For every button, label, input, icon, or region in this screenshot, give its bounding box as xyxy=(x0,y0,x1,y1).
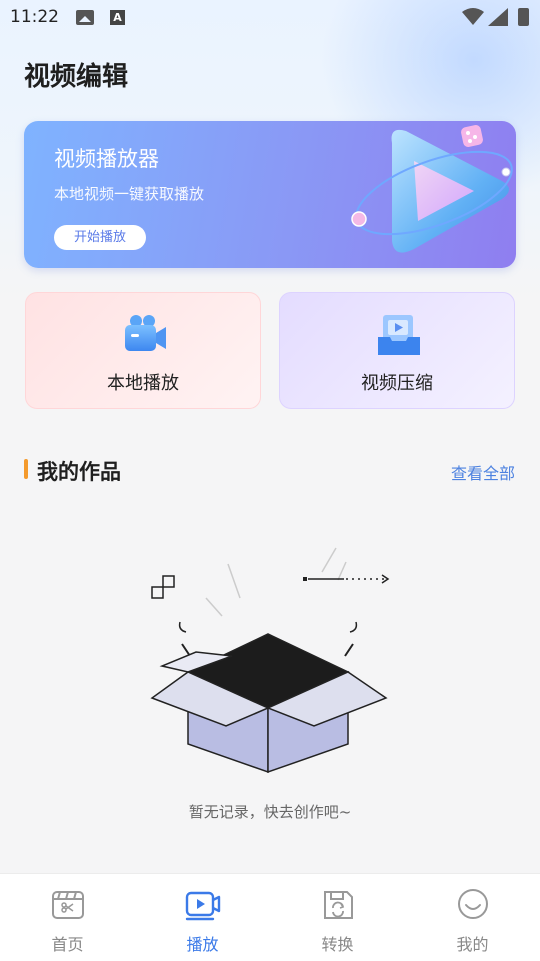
my-works-title: 我的作品 xyxy=(37,460,121,484)
image-notification-icon xyxy=(76,10,94,25)
clapperboard-icon xyxy=(52,891,84,919)
nav-item-mine[interactable]: 我的 xyxy=(405,874,540,961)
compress-icon xyxy=(378,315,420,355)
signal-icon xyxy=(488,8,508,26)
banner-subtitle: 本地视频一键获取播放 xyxy=(54,185,205,203)
wifi-icon xyxy=(462,8,484,25)
bottom-nav: 首页 播放 转换 我的 xyxy=(0,873,540,961)
video-compress-card[interactable]: 视频压缩 xyxy=(279,292,515,409)
nav-item-home[interactable]: 首页 xyxy=(0,874,135,961)
status-bar: 11:22 A xyxy=(0,0,540,36)
local-play-card[interactable]: 本地播放 xyxy=(25,292,261,409)
nav-label-convert: 转换 xyxy=(321,935,354,954)
video-camera-icon xyxy=(125,315,166,351)
local-play-label: 本地播放 xyxy=(107,373,179,394)
play-icon xyxy=(185,891,221,921)
banner-title: 视频播放器 xyxy=(54,147,159,171)
video-compress-label: 视频压缩 xyxy=(361,373,433,394)
start-play-button[interactable]: 开始播放 xyxy=(54,225,146,250)
nav-item-play[interactable]: 播放 xyxy=(135,874,270,961)
battery-icon xyxy=(518,8,529,26)
nav-label-mine: 我的 xyxy=(456,935,489,954)
play-3d-illustration xyxy=(351,125,513,253)
video-player-banner[interactable]: 视频播放器 本地视频一键获取播放 开始播放 xyxy=(24,121,516,268)
keyboard-notification-icon: A xyxy=(110,10,125,25)
section-marker xyxy=(24,459,28,479)
view-all-link[interactable]: 查看全部 xyxy=(451,460,515,484)
smile-icon xyxy=(458,889,488,919)
page-title: 视频编辑 xyxy=(24,62,129,92)
status-time: 11:22 xyxy=(10,7,59,27)
nav-item-convert[interactable]: 转换 xyxy=(270,874,405,961)
convert-icon xyxy=(324,891,353,919)
nav-label-play: 播放 xyxy=(186,935,219,954)
nav-label-home: 首页 xyxy=(51,935,84,954)
empty-state-text: 暂无记录，快去创作吧~ xyxy=(188,803,352,821)
empty-box-illustration xyxy=(150,547,390,774)
